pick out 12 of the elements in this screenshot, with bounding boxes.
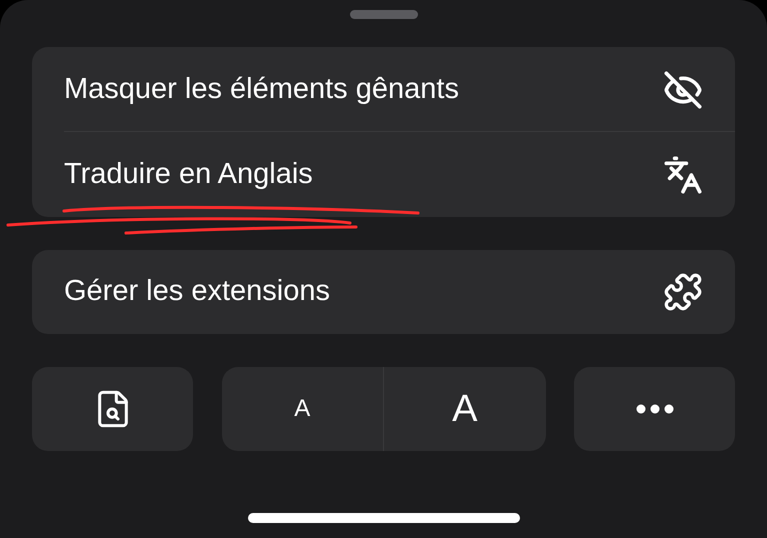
more-icon (636, 404, 674, 414)
menu-item-label: Traduire en Anglais (64, 156, 313, 192)
grabber-handle[interactable] (350, 10, 418, 19)
increase-font-button[interactable]: A (384, 367, 546, 451)
decrease-font-button[interactable]: A (222, 367, 384, 451)
eye-off-icon (663, 70, 703, 110)
reader-button[interactable] (32, 367, 193, 451)
translate-icon (663, 154, 703, 194)
manage-extensions-item[interactable]: Gérer les extensions (32, 250, 735, 334)
menu-item-label: Gérer les extensions (64, 274, 330, 310)
puzzle-icon (663, 272, 703, 312)
menu-item-label: Masquer les éléments gênants (64, 72, 459, 107)
